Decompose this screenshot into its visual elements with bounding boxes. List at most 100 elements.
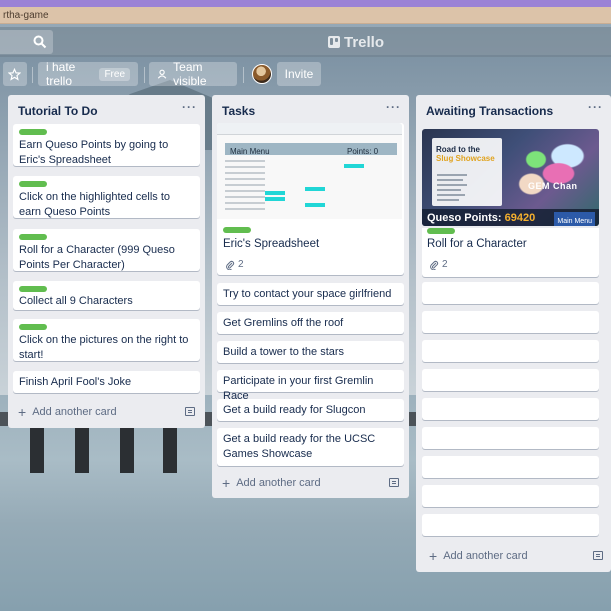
visibility-label: Team visible <box>173 60 207 88</box>
card[interactable]: Click on the pictures on the right to st… <box>13 319 200 361</box>
sheet-header: Main Menu Points: 0 <box>225 143 397 156</box>
card[interactable]: Get Gremlins off the roof <box>217 312 404 334</box>
card[interactable]: Finish April Fool's Joke <box>13 371 200 393</box>
empty-card[interactable] <box>422 398 599 420</box>
card[interactable]: Earn Queso Points by going to Eric's Spr… <box>13 124 200 166</box>
card-title: Build a tower to the stars <box>223 346 345 358</box>
highlighted-cell <box>305 203 325 207</box>
sheet-toolbar <box>217 123 402 135</box>
list-title[interactable]: Awaiting Transactions <box>426 104 553 118</box>
attachment-badge: 2 <box>225 257 244 272</box>
card[interactable]: Collect all 9 Characters <box>13 281 200 310</box>
highlighted-cell <box>344 164 364 168</box>
list-title[interactable]: Tasks <box>222 104 255 118</box>
plus-icon: + <box>18 403 27 420</box>
add-card-button[interactable]: + Add another card <box>222 476 321 490</box>
label-green[interactable] <box>19 324 47 330</box>
board-name-button[interactable]: i hate trello Free <box>38 60 138 88</box>
list-title[interactable]: Tutorial To Do <box>18 104 98 118</box>
empty-card[interactable] <box>422 514 599 536</box>
card-body[interactable]: Roll for a Character 2 <box>422 228 599 277</box>
address-text: rtha-game <box>3 10 49 21</box>
attachment-badge: 2 <box>429 257 448 272</box>
add-card-button[interactable]: + Add another card <box>429 547 528 564</box>
board-name: i hate trello <box>46 60 76 88</box>
card-template-icon[interactable] <box>593 551 603 560</box>
trello-logo[interactable]: Trello <box>328 33 384 51</box>
search-icon <box>33 35 47 49</box>
card-title: Click on the pictures on the right to st… <box>19 334 189 361</box>
star-button[interactable] <box>3 62 27 86</box>
empty-card[interactable] <box>422 485 599 507</box>
empty-card[interactable] <box>422 369 599 391</box>
label-green[interactable] <box>19 181 47 187</box>
list-menu-button[interactable]: ··· <box>182 100 197 114</box>
card-template-icon[interactable] <box>389 478 399 487</box>
label-green[interactable] <box>19 286 47 292</box>
card-title: Try to contact your space girlfriend <box>223 288 392 300</box>
board-header: i hate trello Free Team visible Invite <box>0 60 611 90</box>
sheet-points: Points: 0 <box>347 147 379 156</box>
label-green[interactable] <box>223 227 251 233</box>
member-avatar[interactable] <box>252 64 272 84</box>
plus-icon: + <box>429 547 438 564</box>
card-cover-spreadsheet[interactable]: Main Menu Points: 0 <box>217 123 402 219</box>
attachment-count: 2 <box>238 259 244 270</box>
list-tutorial-to-do: Tutorial To Do ··· Earn Queso Points by … <box>8 95 205 428</box>
game-title-line2: Slug Showcase <box>436 154 495 163</box>
card-erics-spreadsheet[interactable]: Main Menu Points: 0 Eric's Spreadsheet 2 <box>217 123 404 275</box>
sheet-row <box>225 160 265 162</box>
empty-card[interactable] <box>422 340 599 362</box>
divider <box>32 67 33 83</box>
card[interactable]: Build a tower to the stars <box>217 341 404 363</box>
label-green[interactable] <box>19 234 47 240</box>
card-title: Earn Queso Points by going to Eric's Spr… <box>19 139 169 166</box>
card-title: Get a build ready for the UCSC Games Sho… <box>223 433 376 460</box>
plan-badge: Free <box>99 67 130 81</box>
sheet-row <box>225 166 265 168</box>
card-template-icon[interactable] <box>185 407 195 416</box>
card[interactable]: Click on the highlighted cells to earn Q… <box>13 176 200 218</box>
empty-card[interactable] <box>422 456 599 478</box>
card[interactable]: Participate in your first Gremlin Race <box>217 370 404 402</box>
search-button[interactable] <box>0 30 53 54</box>
panel-line <box>437 189 461 191</box>
label-green[interactable] <box>19 129 47 135</box>
empty-card[interactable] <box>422 311 599 333</box>
card[interactable]: Get a build ready for Slugcon <box>217 399 404 421</box>
card[interactable]: Roll for a Character (999 Queso Points P… <box>13 229 200 271</box>
add-card-label: Add another card <box>443 550 528 562</box>
sheet-title: Main Menu <box>230 147 270 156</box>
queso-points: Queso Points: 69420 <box>427 211 535 226</box>
card-title: Eric's Spreadsheet <box>223 238 320 250</box>
card-title: Finish April Fool's Joke <box>19 376 132 388</box>
card[interactable]: Get a build ready for the UCSC Games Sho… <box>217 428 404 466</box>
address-bar[interactable]: rtha-game <box>0 7 611 24</box>
card-title: Roll for a Character <box>427 238 527 250</box>
empty-card[interactable] <box>422 282 599 304</box>
list-menu-button[interactable]: ··· <box>386 100 401 114</box>
card-title: Get a build ready for Slugcon <box>223 404 366 416</box>
team-icon <box>157 69 167 79</box>
highlighted-cell <box>265 191 285 195</box>
list-menu-button[interactable]: ··· <box>588 100 603 114</box>
panel-line <box>437 174 467 176</box>
card-cover-game[interactable]: Road to the Slug Showcase GEM Chan Queso… <box>422 129 599 226</box>
card-title: Collect all 9 Characters <box>19 295 133 307</box>
empty-card[interactable] <box>422 427 599 449</box>
card[interactable]: Try to contact your space girlfriend <box>217 283 404 305</box>
list-tasks: Tasks ··· Main Menu Points: 0 Eric's Spr <box>212 95 409 498</box>
pier-post <box>75 425 89 473</box>
add-card-button[interactable]: + Add another card <box>18 403 117 420</box>
invite-button[interactable]: Invite <box>277 62 321 86</box>
app-header: Trello <box>0 27 611 57</box>
main-menu-button[interactable]: Main Menu <box>554 212 595 226</box>
divider <box>144 67 145 83</box>
pier-post <box>163 425 177 473</box>
visibility-button[interactable]: Team visible <box>149 60 237 88</box>
card-roll-for-character[interactable]: Road to the Slug Showcase GEM Chan Queso… <box>416 123 605 277</box>
label-green[interactable] <box>427 228 455 234</box>
trello-logo-icon <box>328 36 340 48</box>
pier-post <box>30 425 44 473</box>
highlighted-cell <box>305 187 325 191</box>
